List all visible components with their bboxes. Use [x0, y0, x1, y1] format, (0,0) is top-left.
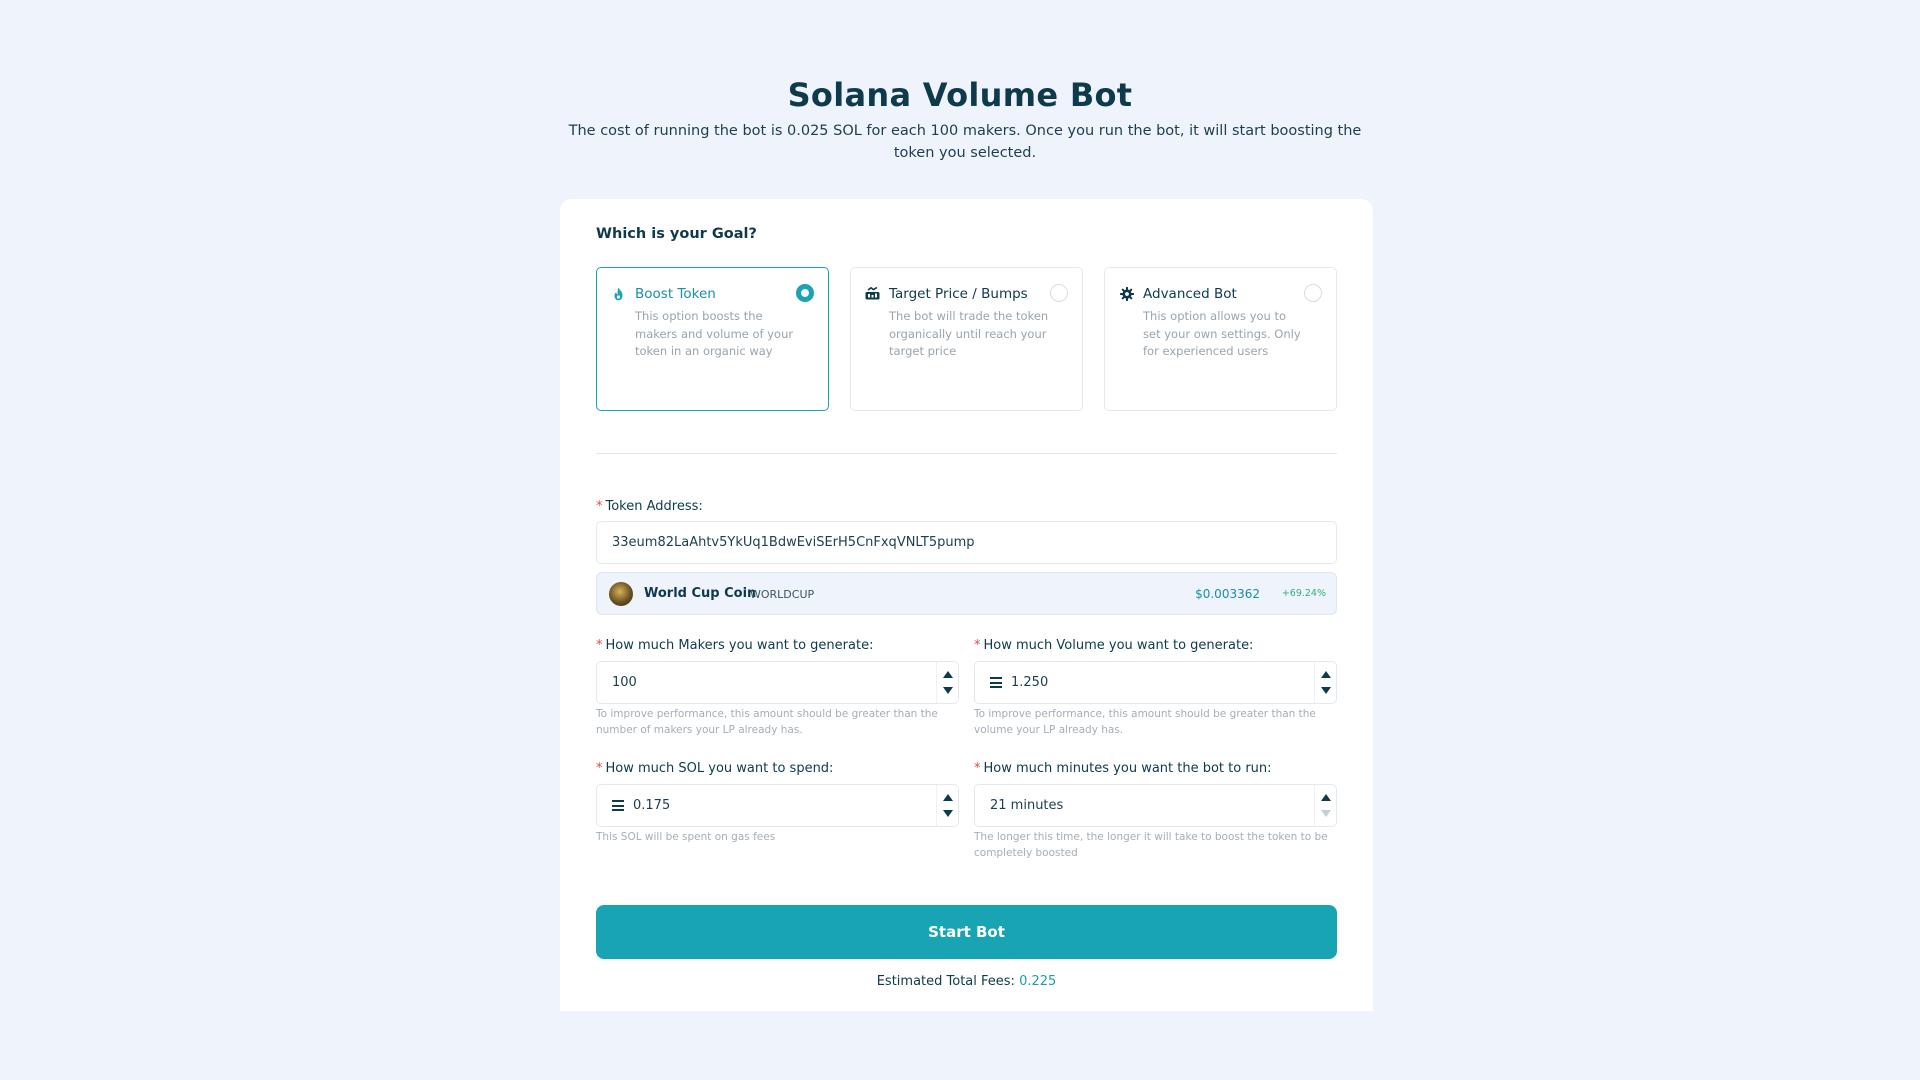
page-subtitle: The cost of running the bot is 0.025 SOL…	[568, 123, 1362, 161]
sol-spend-input[interactable]: 0.175	[596, 784, 959, 827]
volume-help: To improve performance, this amount shou…	[974, 708, 1316, 736]
sol-spend-stepper[interactable]	[936, 785, 958, 826]
minutes-input[interactable]: 21 minutes	[974, 784, 1337, 827]
sol-spend-label: * How much SOL you want to spend:	[596, 761, 833, 776]
minutes-value: 21 minutes	[990, 798, 1064, 813]
goal-option-advanced-bot[interactable]: Advanced Bot This option allows you to s…	[1104, 267, 1337, 411]
token-name: World Cup Coin	[644, 586, 757, 601]
radio-unselected[interactable]	[1304, 284, 1322, 302]
stepper-up-icon[interactable]	[1321, 671, 1331, 678]
token-avatar	[609, 582, 633, 606]
estimated-fees: Estimated Total Fees: 0.225	[0, 974, 1920, 989]
volume-input[interactable]: 1.250	[974, 661, 1337, 704]
makers-stepper[interactable]	[936, 662, 958, 703]
makers-value: 100	[612, 675, 637, 690]
volume-stepper[interactable]	[1314, 662, 1336, 703]
token-address-value: 33eum82LaAhtv5YkUq1BdwEviSErH5CnFxqVNLT5…	[612, 535, 975, 550]
required-marker: *	[974, 761, 981, 776]
required-marker: *	[974, 638, 981, 653]
solana-icon	[990, 677, 1002, 688]
radio-selected[interactable]	[796, 284, 814, 302]
minutes-label-text: How much minutes you want the bot to run…	[983, 761, 1272, 776]
minutes-stepper[interactable]	[1314, 785, 1336, 826]
token-address-input[interactable]: 33eum82LaAhtv5YkUq1BdwEviSErH5CnFxqVNLT5…	[596, 521, 1337, 564]
token-address-label: * Token Address:	[596, 499, 703, 514]
goal-option-description: This option boosts the makers and volume…	[635, 309, 794, 358]
goal-option-description: This option allows you to set your own s…	[1143, 309, 1301, 358]
radio-unselected[interactable]	[1050, 284, 1068, 302]
makers-label-text: How much Makers you want to generate:	[605, 638, 874, 653]
stepper-up-icon[interactable]	[1321, 794, 1331, 801]
sol-spend-label-text: How much SOL you want to spend:	[605, 761, 834, 776]
token-price: $0.003362	[1195, 587, 1260, 601]
token-address-label-text: Token Address:	[605, 499, 703, 514]
token-price-change: +69.24%	[1281, 588, 1326, 599]
start-bot-button[interactable]: Start Bot	[596, 905, 1337, 959]
volume-value: 1.250	[1011, 675, 1049, 690]
chart-bump-icon	[865, 286, 880, 301]
minutes-help: The longer this time, the longer it will…	[974, 831, 1328, 859]
stepper-up-icon[interactable]	[943, 671, 953, 678]
makers-input[interactable]: 100	[596, 661, 959, 704]
stepper-down-icon[interactable]	[1321, 810, 1331, 817]
goal-option-boost-token[interactable]: Boost Token This option boosts the maker…	[596, 267, 829, 411]
stepper-down-icon[interactable]	[1321, 687, 1331, 694]
minutes-label: * How much minutes you want the bot to ru…	[974, 761, 1272, 776]
estimated-fees-amount: 0.225	[1019, 974, 1057, 989]
stepper-down-icon[interactable]	[943, 810, 953, 817]
goal-option-title: Boost Token	[635, 286, 716, 302]
required-marker: *	[596, 761, 603, 776]
gear-icon	[1119, 286, 1134, 301]
stepper-down-icon[interactable]	[943, 687, 953, 694]
token-symbol: WORLDCUP	[750, 588, 815, 601]
estimated-fees-label: Estimated Total Fees:	[876, 974, 1015, 989]
goal-option-target-price[interactable]: Target Price / Bumps The bot will trade …	[850, 267, 1083, 411]
flame-icon	[611, 286, 626, 301]
goal-option-title: Target Price / Bumps	[889, 286, 1028, 302]
token-info-bar: World Cup Coin WORLDCUP $0.003362 +69.24…	[596, 572, 1337, 615]
goal-option-description: The bot will trade the token organically…	[889, 309, 1049, 358]
goal-option-title: Advanced Bot	[1143, 286, 1237, 302]
required-marker: *	[596, 638, 603, 653]
sol-spend-value: 0.175	[633, 798, 671, 813]
makers-help: To improve performance, this amount shou…	[596, 708, 938, 736]
stepper-up-icon[interactable]	[943, 794, 953, 801]
page-title: Solana Volume Bot	[787, 76, 1133, 114]
sol-spend-help: This SOL will be spent on gas fees	[596, 831, 776, 843]
solana-icon	[612, 800, 624, 811]
makers-label: * How much Makers you want to generate:	[596, 638, 873, 653]
volume-label-text: How much Volume you want to generate:	[983, 638, 1254, 653]
goal-heading: Which is your Goal?	[596, 226, 757, 242]
section-divider	[596, 453, 1337, 454]
volume-label: * How much Volume you want to generate:	[974, 638, 1253, 653]
required-marker: *	[596, 499, 603, 514]
